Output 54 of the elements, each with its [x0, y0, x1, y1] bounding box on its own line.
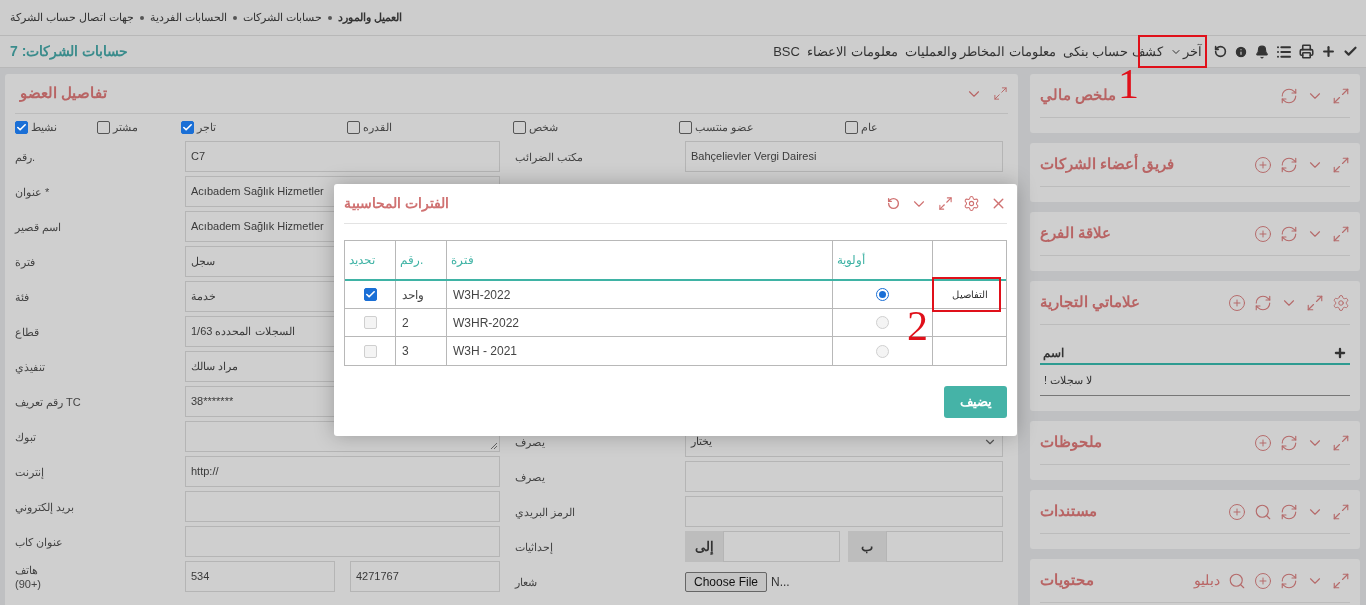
field-label: إنترنت	[15, 464, 45, 479]
table-cell-text: 2	[402, 314, 409, 332]
panel-title: فريق أعضاء الشركات	[1040, 153, 1175, 175]
field-label: بريد إلكتروني	[15, 499, 76, 514]
annotation-number: 2	[907, 304, 928, 348]
field-label: الرمز البريدي	[515, 504, 577, 519]
field-label: عنوان كاب	[15, 534, 65, 549]
field-label: إحداثيات	[515, 539, 554, 554]
field-label: رقم.	[15, 149, 37, 164]
checkbox-label: تاجر	[197, 120, 216, 136]
field-label: شعار	[515, 574, 538, 589]
column-header: اسم	[1043, 345, 1064, 362]
field-label: يصرف	[515, 434, 546, 449]
checkbox-label: مشتر	[113, 120, 138, 136]
page-title: حسابات الشركات: 7	[10, 42, 129, 62]
panel-title: ملخص مالي	[1040, 85, 1117, 107]
field-label: رقم تعريف TC	[15, 394, 82, 409]
checkbox-label: عضو منتسب	[695, 120, 755, 136]
panel-title: ملحوظات	[1040, 432, 1102, 453]
field-label: فترة	[15, 254, 36, 269]
column-header: رقم.	[400, 252, 424, 269]
field-label: فئة	[15, 289, 30, 304]
input-addon: إلى	[685, 531, 723, 562]
column-header: أولوية	[837, 252, 865, 269]
panel-title: علاماتي التجارية	[1040, 292, 1141, 314]
table-cell-text: واحد	[402, 286, 424, 304]
field-label: اسم قصير	[15, 219, 63, 234]
annotation-number: 1	[1118, 62, 1139, 106]
field-label: تبوك	[15, 429, 37, 444]
column-header: تحديد	[349, 252, 375, 269]
field-label: مكتب الضرائب	[515, 149, 585, 164]
panel-title: علاقة الفرع	[1040, 223, 1112, 244]
field-label: تنفيذي	[15, 359, 46, 374]
table-cell-text: 3	[402, 343, 409, 360]
checkbox-label: نشيط	[31, 120, 57, 136]
panel-title: تفاصيل العضو	[20, 83, 108, 104]
checkbox-label: عام	[861, 120, 878, 136]
field-label: هاتف (+90)	[15, 562, 42, 591]
column-header: فترة	[451, 252, 474, 269]
checkbox-label: القدره	[363, 120, 392, 136]
field-label: عنوان *	[15, 184, 51, 199]
dialog-title: الفترات المحاسبية	[344, 194, 449, 214]
table-cell-text: W3H - 2021	[453, 343, 518, 360]
checkbox-label: شخص	[529, 120, 558, 136]
field-label: يصرف	[515, 469, 546, 484]
panel-title: محتويات	[1040, 570, 1094, 591]
empty-message: ! لا سجلات	[1044, 372, 1093, 388]
input-addon: ب	[848, 531, 886, 562]
filter-label: دبليو	[1194, 571, 1220, 591]
table-cell-text: W3HR-2022	[453, 314, 520, 332]
file-status: N...	[771, 573, 790, 591]
table-cell-text: W3H-2022	[453, 286, 511, 304]
panel-title: مستندات	[1040, 501, 1097, 522]
field-label: قطاع	[15, 324, 40, 339]
